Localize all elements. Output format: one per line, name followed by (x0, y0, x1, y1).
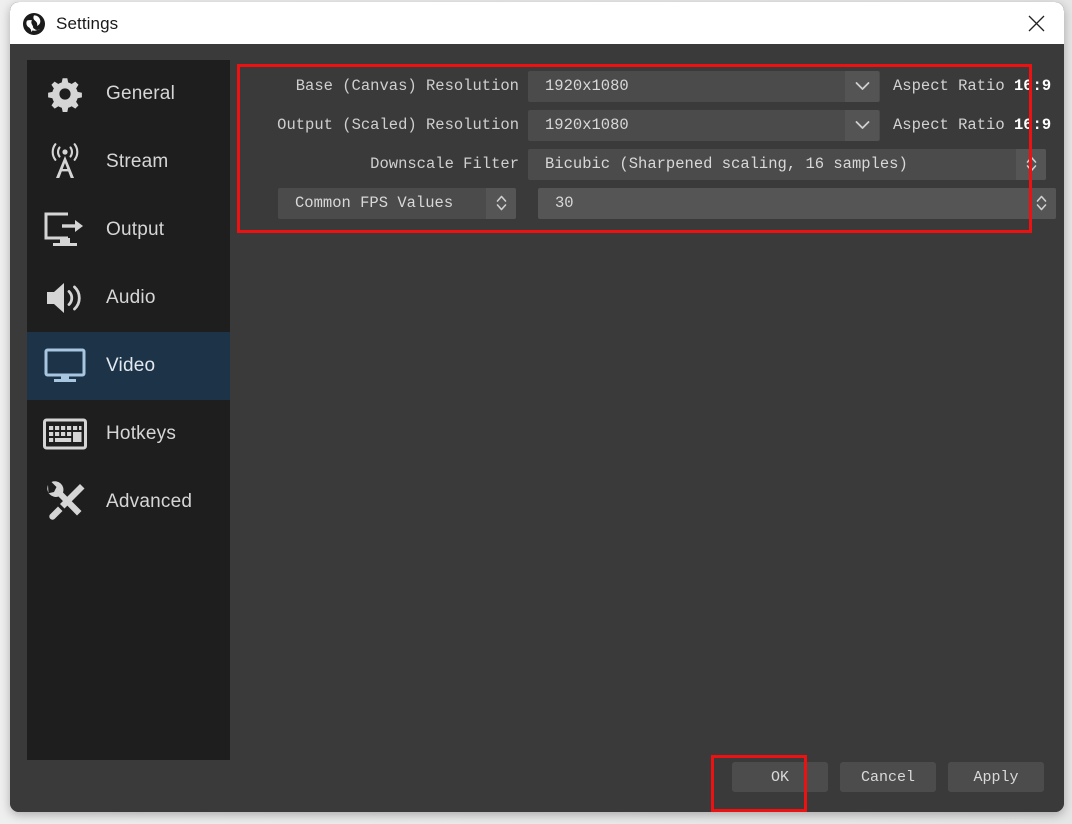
output-aspect-ratio: Aspect Ratio 16:9 (893, 116, 1051, 134)
sidebar-item-video[interactable]: Video (27, 332, 230, 400)
spinner-updown-icon[interactable] (1016, 148, 1046, 180)
base-resolution-row: Base (Canvas) Resolution 1920x1080 Aspec… (247, 70, 1051, 102)
sidebar-item-audio[interactable]: Audio (27, 264, 230, 332)
sidebar-item-label: Audio (106, 287, 156, 308)
sidebar-item-advanced[interactable]: Advanced (27, 468, 230, 536)
title-bar: Settings (10, 2, 1064, 44)
monitor-icon (38, 343, 92, 389)
sidebar-item-label: Advanced (106, 491, 193, 512)
chevron-down-icon[interactable] (845, 70, 879, 102)
sidebar-item-label: Stream (106, 151, 169, 172)
sidebar-item-label: General (106, 83, 175, 104)
sidebar-item-hotkeys[interactable]: Hotkeys (27, 400, 230, 468)
base-resolution-combobox[interactable]: 1920x1080 (528, 70, 880, 102)
output-resolution-label: Output (Scaled) Resolution (277, 116, 519, 134)
chevron-down-icon[interactable] (845, 109, 879, 141)
output-icon (38, 207, 92, 253)
keyboard-icon (38, 411, 92, 457)
broadcast-icon (38, 139, 92, 185)
base-resolution-label: Base (Canvas) Resolution (295, 77, 519, 95)
sidebar-item-general[interactable]: General (27, 60, 230, 128)
fps-value: 30 (555, 194, 574, 212)
base-aspect-ratio: Aspect Ratio 16:9 (893, 77, 1051, 95)
settings-window: Settings General Stream Output Audio Vid… (10, 2, 1064, 812)
sidebar-item-label: Output (106, 219, 165, 240)
output-resolution-row: Output (Scaled) Resolution 1920x1080 Asp… (247, 109, 1051, 141)
window-title: Settings (56, 14, 119, 33)
output-resolution-combobox[interactable]: 1920x1080 (528, 109, 880, 141)
sidebar-item-stream[interactable]: Stream (27, 128, 230, 196)
tools-icon (38, 479, 92, 525)
cancel-button[interactable]: Cancel (840, 762, 936, 792)
ok-button[interactable]: OK (732, 762, 828, 792)
base-aspect-label: Aspect Ratio (893, 77, 1005, 95)
downscale-filter-row: Downscale Filter Bicubic (Sharpened scal… (247, 148, 1046, 180)
downscale-filter-label: Downscale Filter (370, 155, 519, 173)
gear-icon (38, 71, 92, 117)
output-resolution-value: 1920x1080 (545, 116, 629, 134)
fps-row: Common FPS Values 30 (247, 187, 1056, 219)
video-settings-form: Base (Canvas) Resolution 1920x1080 Aspec… (247, 58, 1056, 240)
page-root: Settings General Stream Output Audio Vid… (0, 0, 1072, 824)
downscale-filter-combobox[interactable]: Bicubic (Sharpened scaling, 16 samples) (528, 148, 1046, 180)
base-resolution-value: 1920x1080 (545, 77, 629, 95)
sidebar-item-label: Hotkeys (106, 423, 177, 444)
output-aspect-value: 16:9 (1013, 116, 1052, 134)
sidebar-item-output[interactable]: Output (27, 196, 230, 264)
obs-logo-icon (22, 12, 46, 36)
fps-type-combobox[interactable]: Common FPS Values (278, 187, 516, 219)
spinner-updown-icon[interactable] (486, 187, 516, 219)
settings-sidebar: General Stream Output Audio Video Hotkey… (27, 60, 230, 760)
downscale-filter-value: Bicubic (Sharpened scaling, 16 samples) (545, 155, 908, 173)
dialog-footer: OK Cancel Apply (732, 762, 1044, 792)
dialog-body: General Stream Output Audio Video Hotkey… (10, 44, 1064, 812)
apply-button[interactable]: Apply (948, 762, 1044, 792)
output-aspect-label: Aspect Ratio (893, 116, 1005, 134)
fps-value-field[interactable]: 30 (538, 187, 1056, 219)
fps-type-value: Common FPS Values (295, 194, 454, 212)
base-aspect-value: 16:9 (1013, 77, 1052, 95)
sidebar-item-label: Video (106, 355, 156, 376)
spinner-updown-icon[interactable] (1026, 187, 1056, 219)
speaker-icon (38, 275, 92, 321)
close-icon[interactable] (1008, 2, 1064, 44)
